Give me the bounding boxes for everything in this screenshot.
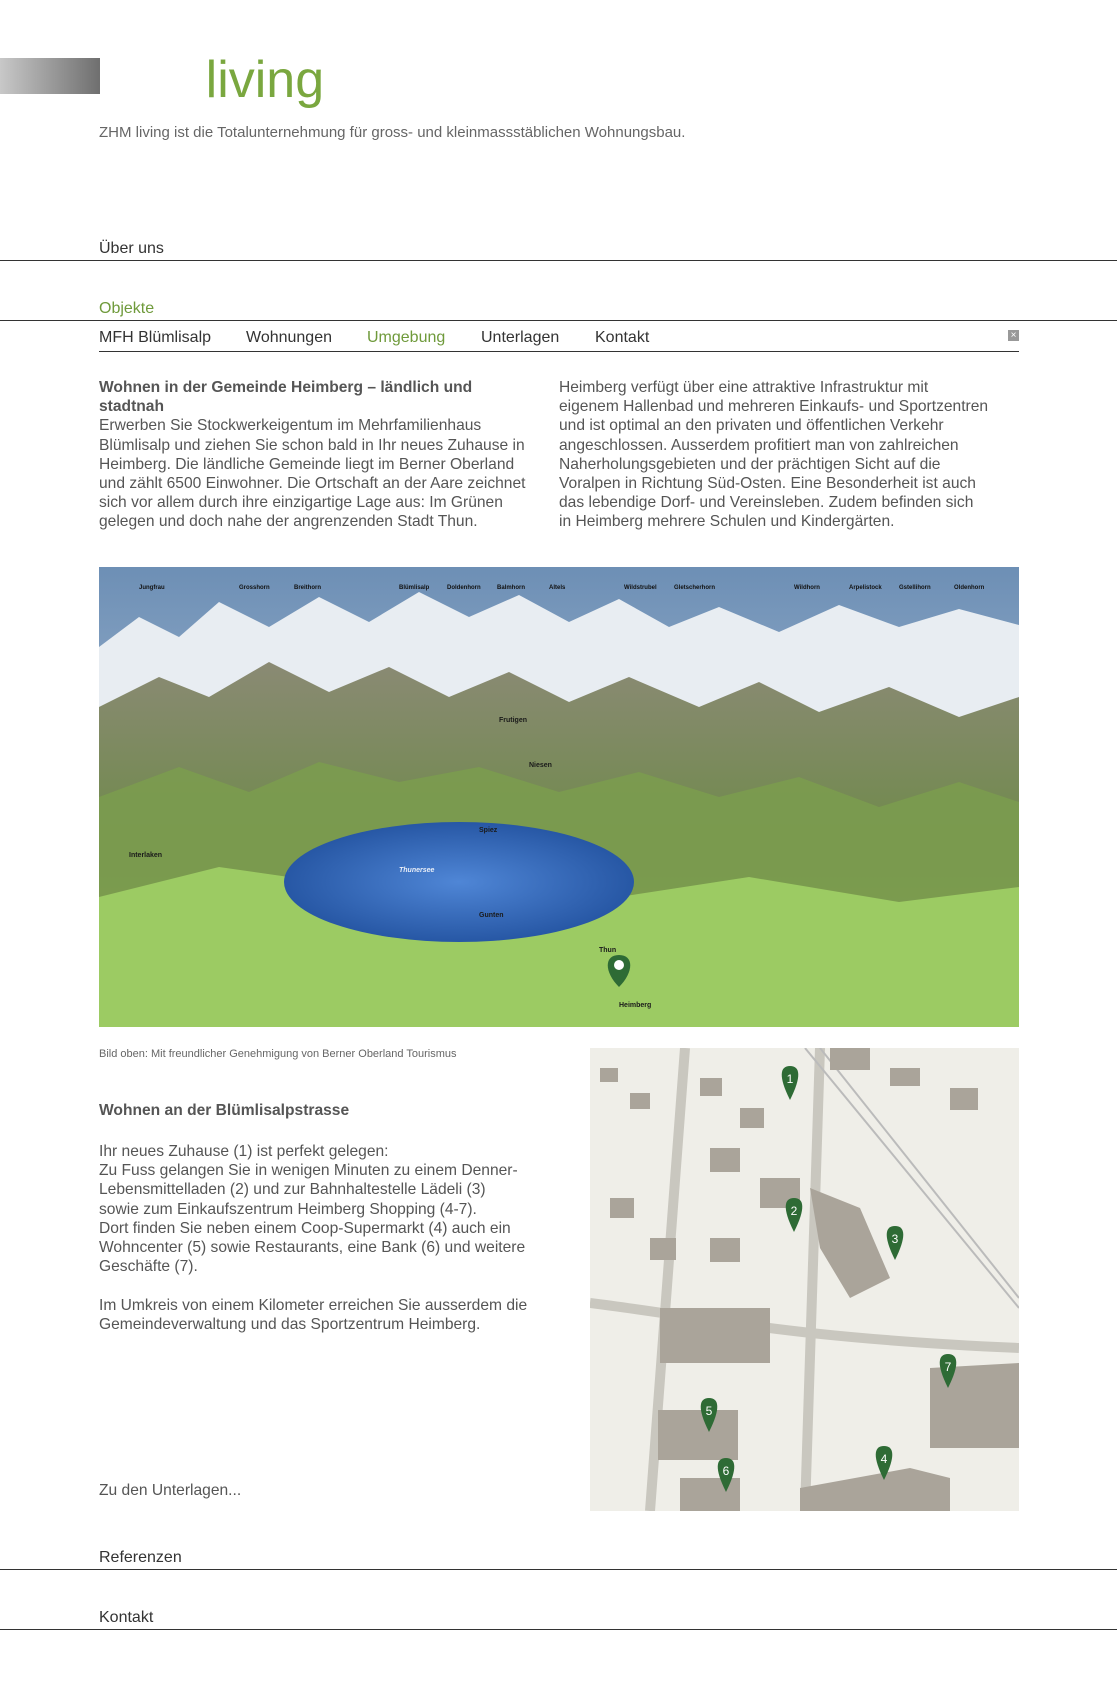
tab-mfh-bluemlisalp[interactable]: MFH Blümlisalp bbox=[99, 329, 211, 347]
lake-thunersee bbox=[284, 822, 634, 942]
peak-label: Gstellihorn bbox=[899, 585, 931, 591]
logo-zhm: ZHM bbox=[99, 51, 208, 109]
peak-label: Altels bbox=[549, 585, 566, 591]
nav-divider bbox=[0, 320, 1117, 321]
peak-label: Arpelistock bbox=[849, 585, 882, 591]
intro-left-column: Wohnen in der Gemeinde Heimberg – ländli… bbox=[99, 378, 529, 532]
logo-living: living bbox=[205, 51, 325, 109]
place-label: Frutigen bbox=[499, 717, 527, 724]
tab-unterlagen[interactable]: Unterlagen bbox=[481, 329, 559, 347]
marker-number: 1 bbox=[787, 1072, 794, 1086]
close-icon[interactable]: × bbox=[1008, 330, 1019, 341]
nav-contact[interactable]: Kontakt bbox=[99, 1609, 153, 1627]
place-label: Gunten bbox=[479, 912, 504, 919]
sub-navigation: MFH Blümlisalp Wohnungen Umgebung Unterl… bbox=[99, 329, 1019, 352]
intro-right-text: Heimberg verfügt über eine attraktive In… bbox=[559, 379, 989, 531]
nav-divider bbox=[0, 1629, 1117, 1630]
map-marker-2[interactable]: 2 bbox=[782, 1198, 806, 1237]
tab-umgebung[interactable]: Umgebung bbox=[367, 329, 445, 347]
marker-number: 3 bbox=[892, 1232, 899, 1246]
tagline: ZHM living ist die Totalunternehmung für… bbox=[99, 124, 686, 141]
nav-references[interactable]: Referenzen bbox=[99, 1549, 182, 1567]
nav-about[interactable]: Über uns bbox=[99, 240, 164, 258]
nav-objects[interactable]: Objekte bbox=[99, 300, 154, 318]
place-label: Spiez bbox=[479, 827, 498, 834]
marker-number: 5 bbox=[706, 1404, 713, 1418]
intro-left-text: Erwerben Sie Stockwerkeigentum im Mehrfa… bbox=[99, 417, 526, 531]
marker-number: 7 bbox=[945, 1360, 952, 1374]
address-heading: Wohnen an der Blümlisalpstrasse bbox=[99, 1102, 350, 1119]
map-marker-7[interactable]: 7 bbox=[936, 1354, 960, 1393]
logo[interactable]: ZHMliving bbox=[99, 50, 324, 110]
peak-label: Breithorn bbox=[294, 585, 321, 591]
marker-number: 6 bbox=[723, 1464, 730, 1478]
peak-label: Grosshorn bbox=[239, 585, 270, 591]
tab-wohnungen[interactable]: Wohnungen bbox=[246, 329, 332, 347]
peak-label: Balmhorn bbox=[497, 585, 525, 591]
tab-kontakt[interactable]: Kontakt bbox=[595, 329, 649, 347]
place-label: Thunersee bbox=[399, 867, 435, 874]
map-markers: 1 2 3 4 5 6 7 bbox=[590, 1048, 1019, 1511]
logo-bar bbox=[0, 58, 100, 94]
place-label: Thun bbox=[599, 947, 616, 954]
peak-label: Wildstrubel bbox=[624, 585, 657, 591]
peak-label: Blümlisalp bbox=[399, 585, 430, 591]
documents-link[interactable]: Zu den Unterlagen... bbox=[99, 1482, 241, 1500]
address-text: Ihr neues Zuhause (1) ist perfekt gelege… bbox=[99, 1143, 528, 1333]
marker-number: 2 bbox=[791, 1204, 798, 1218]
map-marker-6[interactable]: 6 bbox=[714, 1458, 738, 1497]
marker-number: 4 bbox=[881, 1452, 888, 1466]
peak-label: Jungfrau bbox=[139, 585, 165, 591]
nav-divider bbox=[0, 260, 1117, 261]
place-label: Heimberg bbox=[619, 1002, 651, 1009]
peak-label: Wildhorn bbox=[794, 585, 820, 591]
panorama-map: Jungfrau Grosshorn Breithorn Blümlisalp … bbox=[99, 567, 1019, 1027]
intro-right-column: Heimberg verfügt über eine attraktive In… bbox=[559, 378, 989, 532]
map-marker-3[interactable]: 3 bbox=[883, 1226, 907, 1265]
peak-label: Gletscherhorn bbox=[674, 585, 715, 591]
place-label: Interlaken bbox=[129, 852, 162, 859]
image-caption: Bild oben: Mit freundlicher Genehmigung … bbox=[99, 1048, 457, 1060]
map-marker-5[interactable]: 5 bbox=[697, 1398, 721, 1437]
nav-divider bbox=[0, 1569, 1117, 1570]
map-marker-4[interactable]: 4 bbox=[872, 1446, 896, 1485]
peak-label: Doldenhorn bbox=[447, 585, 481, 591]
map-marker-1[interactable]: 1 bbox=[778, 1066, 802, 1105]
intro-heading: Wohnen in der Gemeinde Heimberg – ländli… bbox=[99, 379, 473, 416]
place-label: Niesen bbox=[529, 762, 552, 769]
peak-label: Oldenhorn bbox=[954, 585, 985, 591]
